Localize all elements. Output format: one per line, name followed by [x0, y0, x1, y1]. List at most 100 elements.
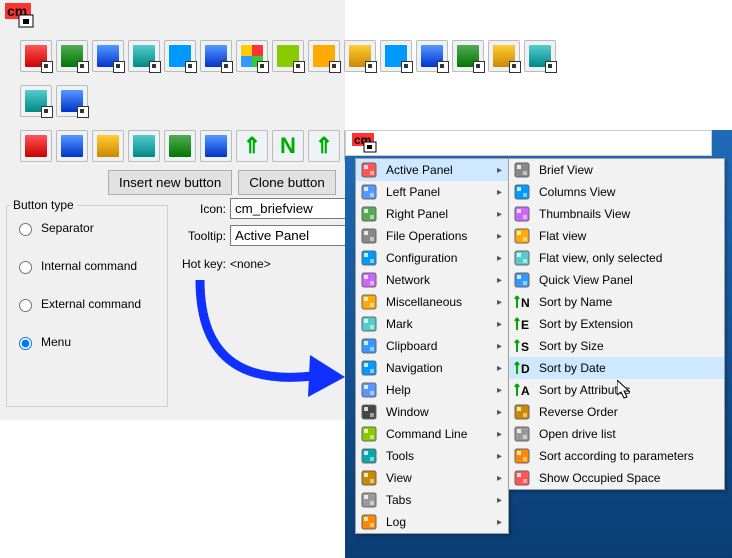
menu-label: Right Panel	[386, 207, 493, 221]
toolbar-btn[interactable]	[56, 40, 88, 72]
menu-icon	[513, 469, 531, 487]
submenu-item[interactable]: Columns View	[509, 181, 724, 203]
icon-input[interactable]	[230, 198, 355, 219]
menu-label: Sort by Extension	[539, 317, 718, 331]
clone-button[interactable]: Clone button	[238, 170, 336, 195]
menu-label: Flat view	[539, 229, 718, 243]
toolbar-btn[interactable]	[164, 40, 196, 72]
menu-icon	[513, 403, 531, 421]
submenu-item[interactable]: ASort by Attributes	[509, 379, 724, 401]
menu-icon	[513, 249, 531, 267]
hotkey-value: <none>	[230, 257, 350, 271]
menu-icon	[360, 403, 378, 421]
menu-item[interactable]: Tools▸	[356, 445, 508, 467]
svg-text:S: S	[521, 340, 529, 354]
menu-item[interactable]: Help▸	[356, 379, 508, 401]
submenu-item[interactable]: Thumbnails View	[509, 203, 724, 225]
menu-item[interactable]: Navigation▸	[356, 357, 508, 379]
submenu-item[interactable]: Flat view, only selected	[509, 247, 724, 269]
toolbar-btn[interactable]	[344, 40, 376, 72]
toolbar-btn[interactable]	[200, 40, 232, 72]
menu-icon	[513, 161, 531, 179]
menu-label: Tools	[386, 449, 493, 463]
menu-icon	[513, 227, 531, 245]
menu-icon	[360, 315, 378, 333]
toolbar-btn[interactable]	[20, 85, 52, 117]
toolbar-btn[interactable]	[272, 40, 304, 72]
submenu-item[interactable]: DSort by Date	[509, 357, 724, 379]
toolbar-btn[interactable]	[56, 130, 88, 162]
insert-button[interactable]: Insert new button	[108, 170, 232, 195]
toolbar-btn[interactable]	[128, 130, 160, 162]
submenu-item[interactable]: Open drive list	[509, 423, 724, 445]
menu-label: Sort by Attributes	[539, 383, 718, 397]
svg-text:D: D	[521, 362, 530, 376]
toolbar-btn[interactable]	[452, 40, 484, 72]
submenu-item[interactable]: Flat view	[509, 225, 724, 247]
toolbar-btn[interactable]	[380, 40, 412, 72]
radio-external[interactable]: External command	[14, 296, 141, 312]
radio-menu[interactable]: Menu	[14, 334, 141, 350]
submenu-item[interactable]: Quick View Panel	[509, 269, 724, 291]
menu-item[interactable]: Miscellaneous▸	[356, 291, 508, 313]
submenu-arrow-icon: ▸	[497, 407, 502, 418]
radio-separator[interactable]: Separator	[14, 220, 141, 236]
toolbar-row-2	[20, 85, 88, 117]
submenu-arrow-icon: ▸	[497, 209, 502, 220]
menu-item[interactable]: File Operations▸	[356, 225, 508, 247]
menu-item[interactable]: Clipboard▸	[356, 335, 508, 357]
submenu-arrow-icon: ▸	[497, 165, 502, 176]
toolbar-btn[interactable]	[308, 40, 340, 72]
sort-arrow-up-icon[interactable]: ⇑	[236, 130, 268, 162]
tooltip-input[interactable]	[230, 225, 355, 246]
submenu-arrow-icon: ▸	[497, 495, 502, 506]
submenu-item[interactable]: Show Occupied Space	[509, 467, 724, 489]
submenu-arrow-icon: ▸	[497, 319, 502, 330]
toolbar-btn[interactable]	[128, 40, 160, 72]
svg-text:N: N	[521, 296, 530, 310]
menu-item[interactable]: Configuration▸	[356, 247, 508, 269]
menu-item[interactable]: Window▸	[356, 401, 508, 423]
submenu-item[interactable]: ESort by Extension	[509, 313, 724, 335]
submenu-item[interactable]: NSort by Name	[509, 291, 724, 313]
menu-item[interactable]: Network▸	[356, 269, 508, 291]
menu-label: Columns View	[539, 185, 718, 199]
menu-label: Tabs	[386, 493, 493, 507]
sort-letter-n[interactable]: N	[272, 130, 304, 162]
menu-item[interactable]: Tabs ▸	[356, 489, 508, 511]
toolbar-btn[interactable]	[488, 40, 520, 72]
menu-icon	[360, 227, 378, 245]
toolbar-btn[interactable]	[200, 130, 232, 162]
toolbar-btn[interactable]	[92, 130, 124, 162]
menu-label: Configuration	[386, 251, 493, 265]
menu-item[interactable]: Left Panel▸	[356, 181, 508, 203]
menu-label: Quick View Panel	[539, 273, 718, 287]
menu-icon: S	[513, 337, 531, 355]
sort-arrow-up-icon[interactable]: ⇑	[308, 130, 340, 162]
submenu-arrow-icon: ▸	[497, 517, 502, 528]
menu-label: Reverse Order	[539, 405, 718, 419]
toolbar-btn[interactable]	[164, 130, 196, 162]
menu-icon	[360, 293, 378, 311]
submenu-item[interactable]: Brief View	[509, 159, 724, 181]
menu-item[interactable]: Log ▸	[356, 511, 508, 533]
menu-item[interactable]: View▸	[356, 467, 508, 489]
menu-item[interactable]: Right Panel ▸	[356, 203, 508, 225]
menu-item[interactable]: Command Line▸	[356, 423, 508, 445]
toolbar-btn[interactable]	[92, 40, 124, 72]
toolbar-btn[interactable]	[416, 40, 448, 72]
submenu-item[interactable]: SSort by Size	[509, 335, 724, 357]
toolbar-btn[interactable]	[524, 40, 556, 72]
submenu-item[interactable]: Sort according to parameters	[509, 445, 724, 467]
toolbar-btn[interactable]	[20, 130, 52, 162]
radio-internal[interactable]: Internal command	[14, 258, 141, 274]
toolbar-btn[interactable]	[236, 40, 268, 72]
toolbar-btn[interactable]	[20, 40, 52, 72]
submenu-arrow-icon: ▸	[497, 187, 502, 198]
menu-item[interactable]: Mark▸	[356, 313, 508, 335]
toolbar-btn[interactable]	[56, 85, 88, 117]
menu-label: Brief View	[539, 163, 718, 177]
menu-item[interactable]: Active Panel▸	[356, 159, 508, 181]
submenu-item[interactable]: Reverse Order	[509, 401, 724, 423]
menu-label: Log	[386, 515, 493, 529]
